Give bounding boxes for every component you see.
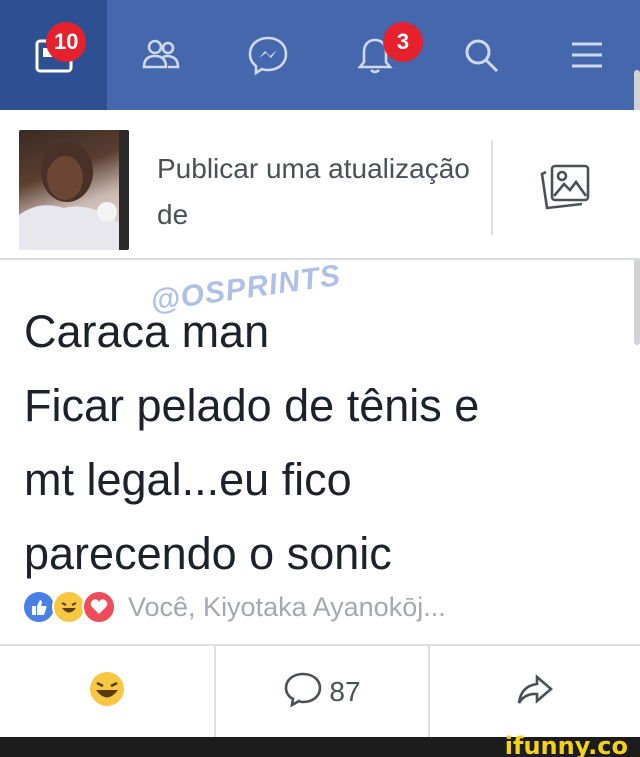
haha-icon [52,590,86,624]
nav-search[interactable] [428,0,534,110]
search-icon [461,35,501,75]
post-line: Caraca man [24,306,270,357]
menu-icon [567,35,607,75]
nav-menu[interactable] [534,0,640,110]
haha-icon [87,669,127,714]
reactors-text: Você, Kiyotaka Ayanokōj... [128,591,446,622]
share-icon [515,669,555,714]
comment-button[interactable]: 87 [214,646,428,737]
post-line: mt legal...eu fico [24,454,352,505]
composer-divider [491,140,493,235]
footer-bar: ifunny.co [0,732,640,757]
friends-icon [141,35,181,75]
comment-count: 87 [329,675,361,707]
post-action-bar: 87 [0,644,640,737]
reaction-summary[interactable]: Você, Kiyotaka Ayanokōj... [22,588,446,626]
share-button[interactable] [428,646,640,737]
composer-placeholder[interactable]: Publicar uma atualização de [157,146,477,238]
react-button[interactable] [0,646,214,737]
post-line: parecendo o sonic [24,528,392,579]
like-icon [22,590,56,624]
notifications-badge: 3 [383,22,423,62]
nav-news-feed[interactable]: 10 [0,0,107,110]
photo-icon [538,162,592,217]
top-nav-bar: 10 3 [0,0,640,110]
nav-notifications[interactable]: 3 [321,0,428,110]
news-feed-badge: 10 [46,22,87,62]
nav-messenger[interactable] [214,0,321,110]
ifunny-logo: ifunny.co [504,732,628,757]
status-composer: Publicar uma atualização de [0,110,640,260]
love-icon [82,590,116,624]
comment-icon [283,669,323,714]
photo-button[interactable] [535,162,595,216]
post-body: Caraca man Ficar pelado de tênis e mt le… [24,295,624,591]
post-line: Ficar pelado de tênis e [24,380,480,431]
messenger-icon [247,34,289,76]
nav-friends[interactable] [107,0,214,110]
avatar[interactable] [19,130,129,250]
